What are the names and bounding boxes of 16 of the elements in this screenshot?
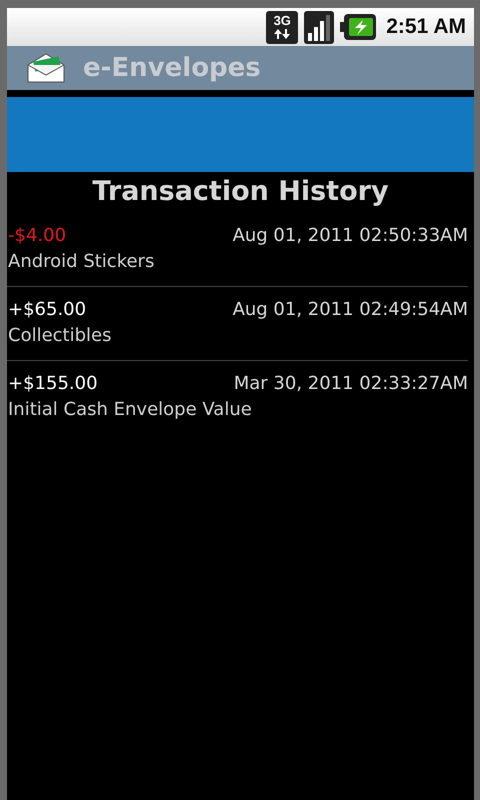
- app-title: e-Envelopes: [83, 53, 261, 83]
- description: Initial Cash Envelope Value: [8, 399, 253, 420]
- amount: +$155.00: [8, 373, 98, 394]
- date: Mar 30, 2011 02:33:27AM: [234, 373, 468, 394]
- description: Android Stickers: [8, 251, 156, 272]
- envelope-icon: [27, 53, 65, 83]
- date: Aug 01, 2011 02:49:54AM: [232, 299, 468, 320]
- description: Collectibles: [8, 325, 112, 346]
- amount: +$65.00: [8, 299, 86, 320]
- signal-icon: [304, 10, 334, 44]
- battery-icon: [340, 14, 376, 40]
- amount: -$4.00: [8, 225, 66, 246]
- date: Aug 01, 2011 02:50:33AM: [232, 225, 468, 246]
- network-icon: 3G: [266, 10, 298, 44]
- status-time: 2:51 AM: [386, 15, 466, 39]
- heading: Transaction History: [91, 175, 390, 209]
